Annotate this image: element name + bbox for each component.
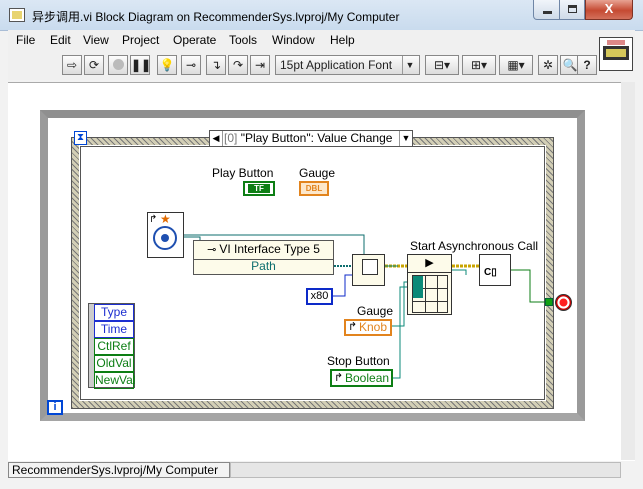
stop-button-label: Stop Button bbox=[327, 354, 390, 368]
open-vi-reference-node[interactable] bbox=[352, 254, 385, 286]
play-button-terminal[interactable]: TF bbox=[243, 181, 275, 196]
close-reference-icon: C▯ bbox=[484, 267, 497, 278]
loop-condition-stop-terminal[interactable] bbox=[555, 294, 572, 311]
gauge-terminal[interactable]: DBL bbox=[299, 181, 329, 196]
event-field-oldval[interactable]: OldVal bbox=[94, 355, 134, 372]
project-context-status: RecommenderSys.lvproj/My Computer bbox=[8, 462, 230, 478]
gauge-label-top: Gauge bbox=[299, 166, 336, 180]
type-specifier-name: VI Interface Type 5 bbox=[194, 241, 333, 260]
options-wire bbox=[333, 274, 352, 297]
gauge-icon bbox=[153, 226, 177, 250]
event-field-ctlref[interactable]: CtlRef bbox=[94, 338, 134, 355]
static-vi-reference[interactable]: ↱ ★ bbox=[147, 212, 184, 258]
play-icon: ▶ bbox=[408, 255, 451, 273]
vi-window-icon bbox=[362, 259, 378, 275]
play-terminal-type: TF bbox=[248, 184, 270, 193]
event-data-node[interactable]: Type Time CtlRef OldVal NewVal bbox=[88, 303, 135, 389]
options-constant[interactable]: x80 bbox=[306, 288, 333, 305]
loop-tunnel bbox=[545, 298, 553, 306]
event-field-type[interactable]: Type bbox=[94, 304, 134, 321]
gauge-label: Gauge bbox=[357, 304, 394, 318]
play-button-label: Play Button bbox=[212, 166, 274, 180]
iteration-terminal[interactable]: i bbox=[47, 400, 63, 415]
vi-type-specifier[interactable]: VI Interface Type 5 Path bbox=[193, 240, 334, 275]
start-asynchronous-call-node[interactable]: ▶ bbox=[407, 254, 452, 315]
knob-reference-terminal[interactable]: Knob bbox=[344, 319, 392, 336]
star-icon: ★ bbox=[160, 212, 171, 226]
boolean-reference-terminal[interactable]: Boolean bbox=[330, 369, 393, 387]
close-reference-node[interactable]: C▯ bbox=[479, 254, 511, 286]
type-specifier-path: Path bbox=[251, 259, 276, 273]
event-field-time[interactable]: Time bbox=[94, 321, 134, 338]
stop-wire bbox=[511, 269, 545, 303]
connector-pane-icon bbox=[412, 275, 448, 313]
arrow-icon: ↱ bbox=[149, 214, 158, 225]
start-async-label: Start Asynchronous Call bbox=[410, 239, 539, 253]
cluster-wire bbox=[452, 269, 467, 275]
horizontal-scrollbar[interactable] bbox=[230, 462, 621, 478]
event-field-newval[interactable]: NewVal bbox=[94, 372, 135, 389]
